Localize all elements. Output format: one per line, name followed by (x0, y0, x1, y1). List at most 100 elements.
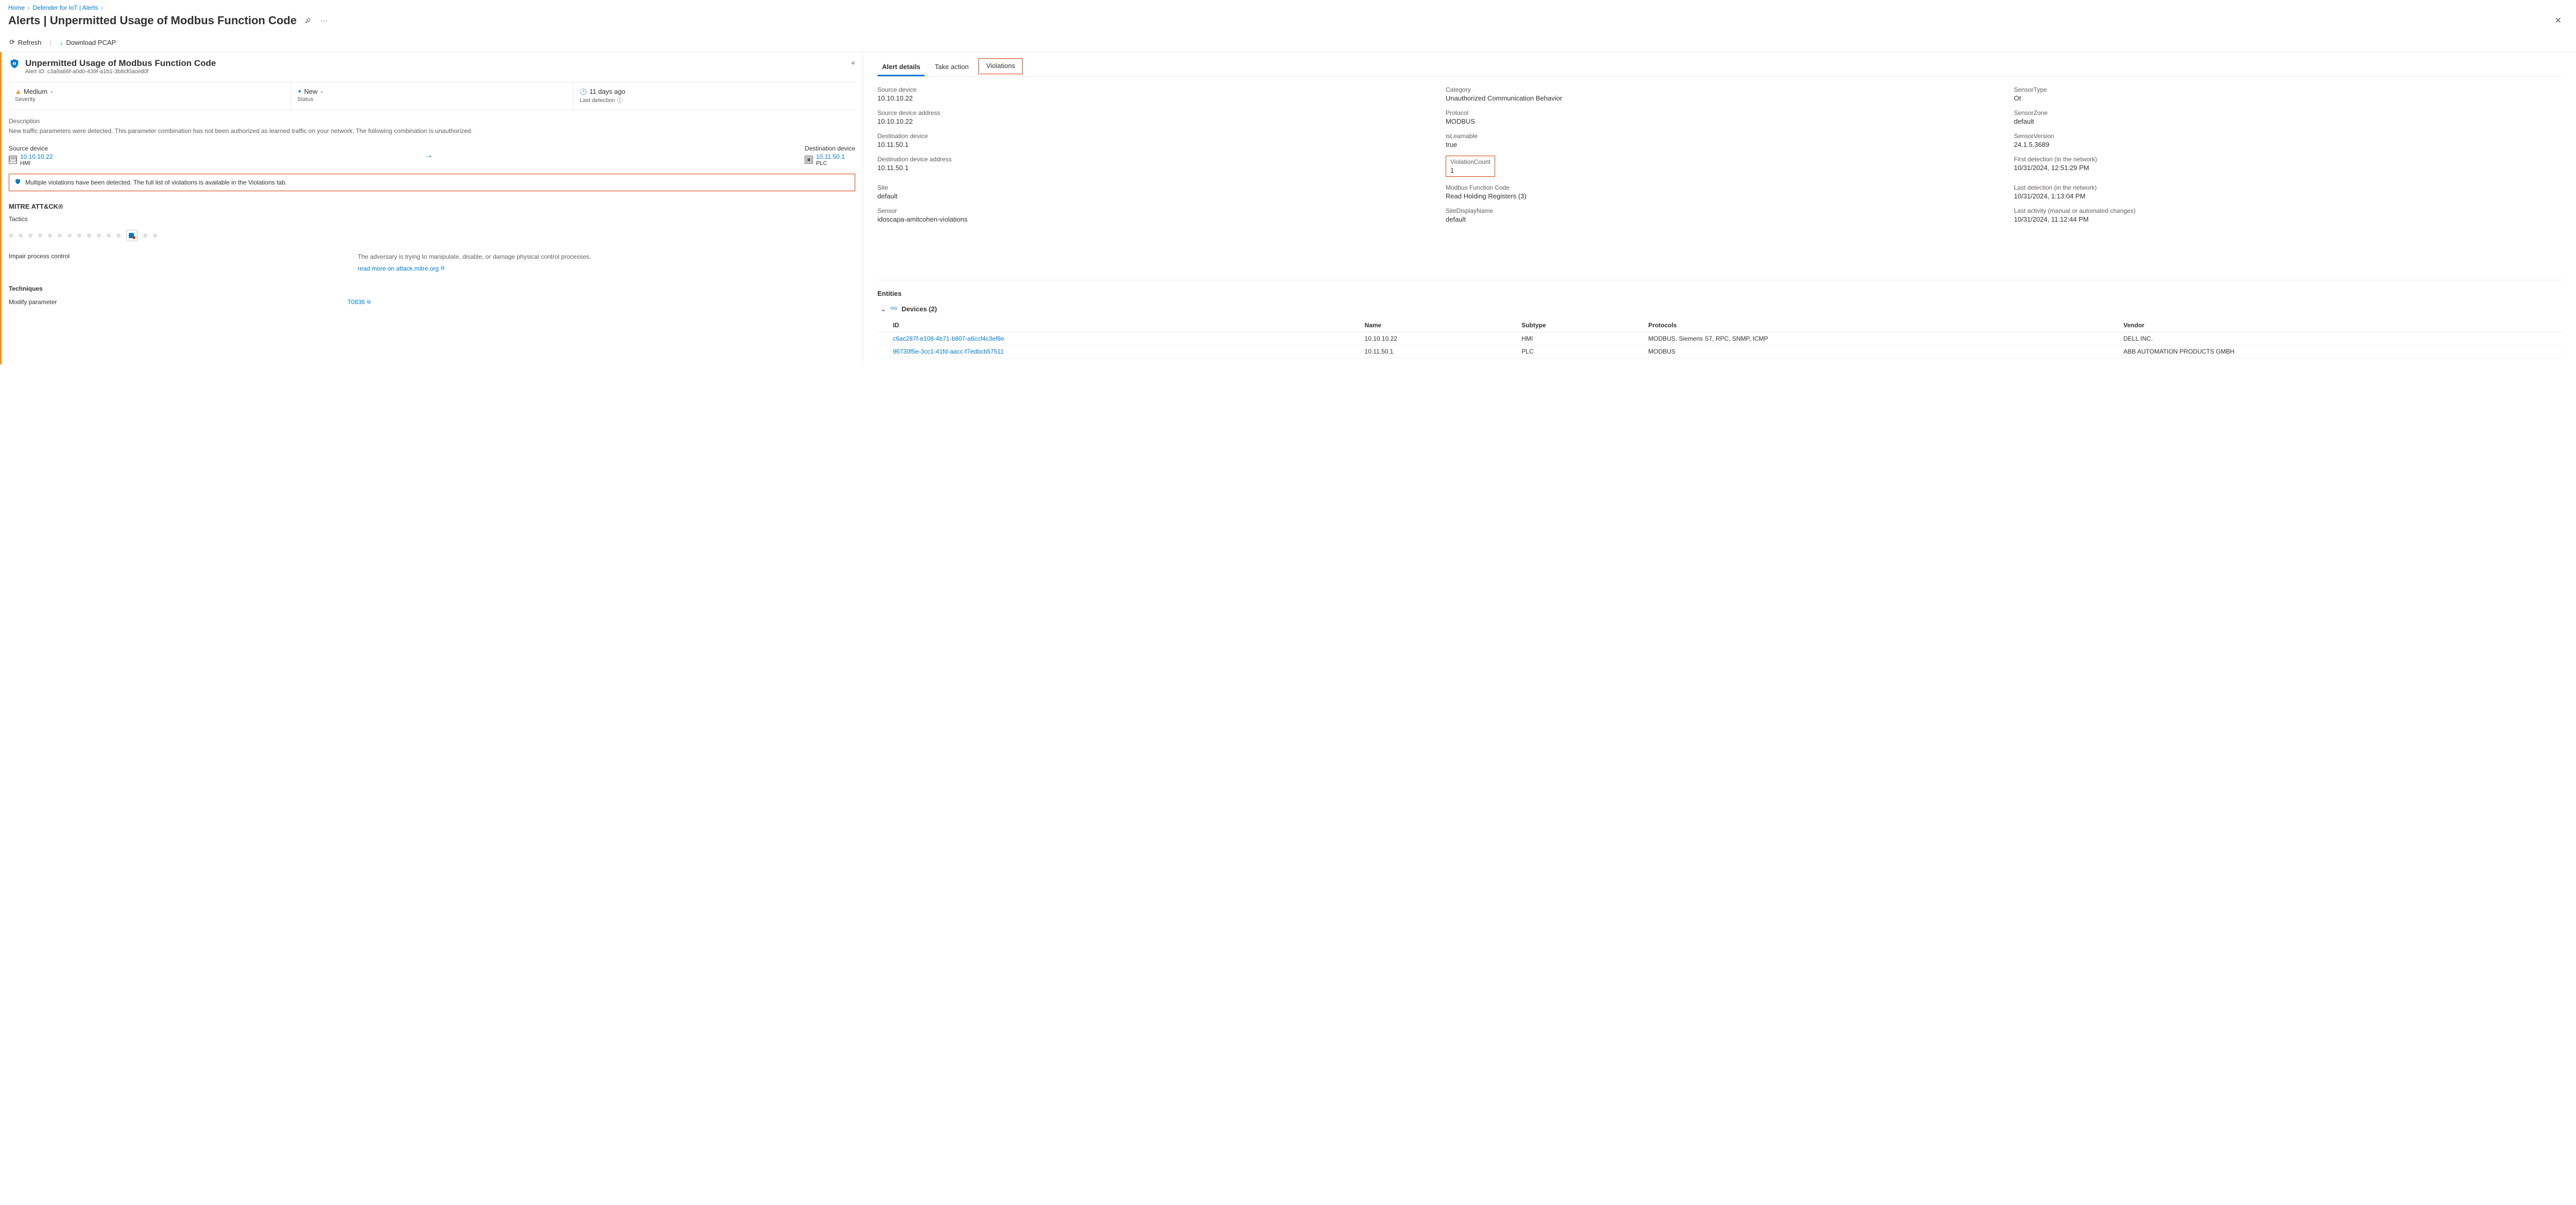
detail-item: isLearnabletrue (1446, 132, 1993, 148)
th-name[interactable]: Name (1360, 319, 1517, 332)
detail-item: Modbus Function CodeRead Holding Registe… (1446, 184, 1993, 200)
tab-take-action[interactable]: Take action (930, 58, 973, 76)
info-icon[interactable]: ⓘ (617, 96, 623, 105)
detail-label: SensorType (2014, 86, 2562, 93)
refresh-icon: ⟳ (9, 38, 15, 46)
tactics-dots (9, 230, 855, 241)
source-device-label: Source device (9, 145, 53, 152)
technique-id: T0836 (347, 298, 365, 306)
detail-value: 10/31/2024, 12:51:29 PM (2014, 164, 2562, 172)
detail-label: SiteDisplayName (1446, 207, 1993, 214)
detail-item: Source device address10.10.10.22 (877, 109, 1425, 125)
tactic-dot[interactable] (143, 233, 147, 238)
mitre-title: MITRE ATT&CK® (9, 203, 855, 210)
detail-label: isLearnable (1446, 132, 1993, 140)
destination-device-ip[interactable]: 10.11.50.1 (816, 153, 845, 160)
read-more-label: read more on attack.mitre.org (358, 264, 438, 273)
th-protocols[interactable]: Protocols (1643, 319, 2118, 332)
detail-label: Protocol (1446, 109, 1993, 116)
tactic-dot[interactable] (87, 233, 91, 238)
detail-value: 10/31/2024, 11:12:44 PM (2014, 215, 2562, 223)
table-row[interactable]: c6ac287f-e108-4b71-b807-a6ccf4c3ef8e 10.1… (877, 332, 2562, 345)
severity-label: Severity (15, 96, 284, 103)
description-text: New traffic parameters were detected. Th… (9, 127, 855, 136)
entity-name: 10.10.10.22 (1360, 332, 1517, 345)
technique-id-link[interactable]: T0836 ⧉ (347, 298, 370, 306)
refresh-label: Refresh (18, 39, 42, 46)
tactic-dot[interactable] (77, 233, 81, 238)
detail-grid: Source device10.10.10.22CategoryUnauthor… (877, 86, 2562, 223)
destination-device-label: Destination device (805, 145, 855, 152)
close-icon[interactable]: ✕ (2553, 13, 2568, 28)
tactic-dot[interactable] (67, 233, 72, 238)
entity-id-link[interactable]: c6ac287f-e108-4b71-b807-a6ccf4c3ef8e (893, 335, 1004, 342)
entity-vendor: ABB AUTOMATION PRODUCTS GMBH (2119, 345, 2562, 358)
download-pcap-button[interactable]: ↓ Download PCAP (59, 37, 117, 48)
plc-icon (805, 156, 813, 164)
entity-vendor: DELL INC. (2119, 332, 2562, 345)
right-pane: Alert details Take action Violations Sou… (863, 52, 2576, 364)
devices-icon (890, 305, 897, 313)
entity-protocols: MODBUS, Siemens S7, RPC, SNMP, ICMP (1643, 332, 2118, 345)
table-row[interactable]: 96730f5e-3cc1-41fd-aacc-f7edbcb57511 10.1… (877, 345, 2562, 358)
tactic-dot[interactable] (107, 233, 111, 238)
breadcrumb-home[interactable]: Home (8, 4, 25, 11)
detail-label: Sensor (877, 207, 1425, 214)
tactic-dot[interactable] (9, 233, 13, 238)
pin-icon[interactable] (302, 15, 313, 26)
collapse-icon[interactable]: « (851, 58, 855, 66)
severity-cell[interactable]: ▲ Medium ⌄ Severity (9, 82, 291, 110)
alert-header: Unpermitted Usage of Modbus Function Cod… (9, 58, 855, 75)
violations-notice: Multiple violations have been detected. … (9, 174, 855, 191)
techniques-label: Techniques (9, 285, 855, 292)
entity-id-link[interactable]: 96730f5e-3cc1-41fd-aacc-f7edbcb57511 (893, 348, 1004, 355)
sparkle-icon: ✦ (297, 88, 302, 95)
tactic-dot[interactable] (153, 233, 157, 238)
tactic-dot[interactable] (48, 233, 52, 238)
detail-value: default (2014, 118, 2562, 125)
entities-title: Entities (877, 290, 2562, 297)
source-device-block: Source device 10.10.10.22 HMI (9, 145, 53, 166)
th-vendor[interactable]: Vendor (2119, 319, 2562, 332)
breadcrumb-defender[interactable]: Defender for IoT | Alerts (32, 4, 98, 11)
tactic-dot[interactable] (28, 233, 32, 238)
shield-info-icon (14, 178, 21, 187)
tab-alert-details[interactable]: Alert details (877, 58, 925, 76)
destination-device-block: Destination device 10.11.50.1 PLC (805, 145, 855, 166)
detail-value: 10/31/2024, 1:13:04 PM (2014, 192, 2562, 200)
entity-table: ID Name Subtype Protocols Vendor c6ac287… (877, 319, 2562, 358)
status-cell[interactable]: ✦ New ⌄ Status (291, 82, 573, 110)
source-device-ip[interactable]: 10.10.10.22 (20, 153, 53, 160)
th-id[interactable]: ID (877, 319, 1360, 332)
entity-name: 10.11.50.1 (1360, 345, 1517, 358)
breadcrumb: Home › Defender for IoT | Alerts › (0, 0, 2576, 12)
alert-title: Unpermitted Usage of Modbus Function Cod… (25, 58, 216, 69)
shield-icon (9, 58, 20, 70)
tactic-dot[interactable] (58, 233, 62, 238)
tactic-dot[interactable] (19, 233, 23, 238)
detail-item: Sensoridoscapa-amitcohen-violations (877, 207, 1425, 223)
detail-item: CategoryUnauthorized Communication Behav… (1446, 86, 1993, 102)
tactic-dot[interactable] (116, 233, 121, 238)
chevron-right-icon: › (28, 5, 29, 11)
th-subtype[interactable]: Subtype (1516, 319, 1643, 332)
detail-value: default (877, 192, 1425, 200)
detail-value: Read Holding Registers (3) (1446, 192, 1993, 200)
refresh-button[interactable]: ⟳ Refresh (8, 36, 42, 48)
detail-value: true (1446, 141, 1993, 148)
hmi-icon (9, 156, 17, 164)
tactic-dot-active[interactable] (126, 230, 138, 241)
more-icon[interactable]: ⋯ (318, 14, 330, 27)
detail-item: SiteDisplayNamedefault (1446, 207, 1993, 223)
tactic-dot[interactable] (97, 233, 101, 238)
tactic-dot[interactable] (38, 233, 42, 238)
mitre-read-more-link[interactable]: read more on attack.mitre.org ⧉ (358, 264, 445, 273)
entity-group-devices[interactable]: ⌄ Devices (2) (877, 305, 2562, 313)
technique-row: Modify parameter T0836 ⧉ (9, 298, 855, 306)
entity-subtype: PLC (1516, 345, 1643, 358)
status-label: Status (297, 96, 567, 103)
detail-value: 10.11.50.1 (877, 164, 1425, 172)
entity-protocols: MODBUS (1643, 345, 2118, 358)
tab-violations[interactable]: Violations (978, 58, 1023, 74)
entity-subtype: HMI (1516, 332, 1643, 345)
